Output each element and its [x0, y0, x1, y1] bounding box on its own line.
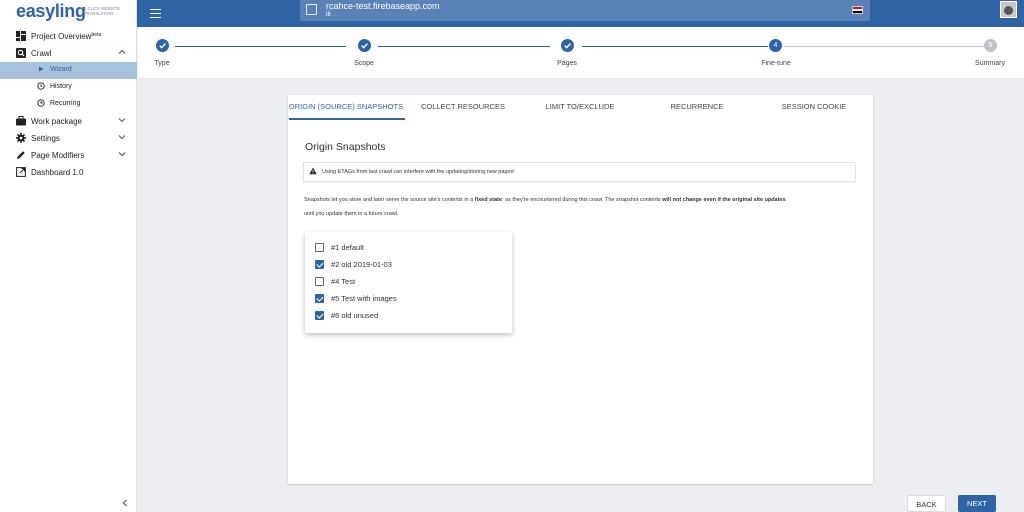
- chevron-down-icon: [118, 150, 126, 160]
- step-check-icon[interactable]: [358, 39, 371, 52]
- warning-icon: [309, 167, 317, 177]
- step-check-icon[interactable]: [561, 39, 574, 52]
- tab-limit-exclude[interactable]: LIMIT TO/EXCLUDE: [546, 102, 615, 111]
- snapshot-option[interactable]: #1 default: [305, 239, 512, 256]
- tab-origin-snapshots[interactable]: ORIGIN (SOURCE) SNAPSHOTS: [289, 102, 403, 111]
- step-connector: [784, 46, 984, 47]
- history-icon: [36, 82, 46, 92]
- snapshot-option[interactable]: #2 old 2019-01-03: [305, 256, 512, 273]
- step-number[interactable]: 4: [769, 39, 782, 52]
- beta-badge: beta: [91, 32, 102, 38]
- tab-recurrence[interactable]: RECURRENCE: [671, 102, 724, 111]
- external-link-icon: [16, 167, 26, 177]
- sidebar: Project Overviewbeta Crawl Wizard Histor…: [0, 27, 137, 512]
- step-label-fine-tune: Fine-tune: [761, 60, 791, 67]
- site-checkbox[interactable]: [306, 4, 317, 15]
- step-connector: [378, 46, 550, 47]
- language-flag-icon[interactable]: [852, 6, 863, 14]
- step-label-scope: Scope: [354, 60, 374, 67]
- sidebar-item-label: Work package: [31, 117, 82, 126]
- sidebar-item-crawl[interactable]: Crawl: [0, 45, 137, 62]
- snapshot-checkbox[interactable]: [315, 243, 324, 252]
- chevron-down-icon: [118, 116, 126, 126]
- sidebar-item-label: Project Overview: [31, 32, 92, 41]
- gear-icon: [16, 133, 26, 143]
- play-icon: [36, 65, 46, 75]
- snapshot-label: #4 Test: [331, 277, 356, 286]
- active-tab-indicator: [289, 118, 405, 120]
- tab-collect-resources[interactable]: COLLECT RESOURCES: [421, 102, 505, 111]
- snapshot-checkbox[interactable]: [315, 294, 324, 303]
- etag-warning: Using ETAGs from last crawl can interfer…: [303, 162, 856, 182]
- logo-text: easyling: [16, 1, 86, 21]
- step-label-summary: Summary: [975, 60, 1005, 67]
- chevron-up-icon: [118, 48, 126, 58]
- sidebar-item-history[interactable]: History: [0, 79, 137, 96]
- snapshot-checkbox[interactable]: [315, 260, 324, 269]
- clock-icon: [36, 99, 46, 109]
- crawl-icon: [16, 48, 26, 58]
- sidebar-item-dashboard[interactable]: Dashboard 1.0: [0, 164, 137, 181]
- sidebar-item-label: Dashboard 1.0: [31, 168, 84, 177]
- sidebar-item-label: Settings: [31, 134, 60, 143]
- chevron-down-icon: [118, 133, 126, 143]
- snapshot-option[interactable]: #4 Test: [305, 273, 512, 290]
- sidebar-item-work-package[interactable]: Work package: [0, 113, 137, 130]
- snapshot-label: #6 old unused: [331, 311, 379, 320]
- logo-tagline: 1-CLICK WEBSITE TRANSLATION: [84, 6, 121, 16]
- logo[interactable]: easyling 1-CLICK WEBSITE TRANSLATION: [0, 0, 137, 27]
- step-check-icon[interactable]: [156, 39, 169, 52]
- warning-text: Using ETAGs from last crawl can interfer…: [322, 169, 515, 175]
- snapshot-label: #5 Test with images: [331, 294, 397, 303]
- site-url-sub: iii: [326, 11, 331, 18]
- avatar[interactable]: [1000, 1, 1017, 18]
- next-button[interactable]: NEXT: [958, 495, 996, 512]
- snapshot-label: #2 old 2019-01-03: [331, 260, 392, 269]
- tab-session-cookie[interactable]: SESSION COOKIE: [782, 102, 847, 111]
- step-connector: [175, 46, 346, 47]
- snapshot-dropdown: #1 default #2 old 2019-01-03 #4 Test #5 …: [305, 232, 512, 333]
- sidebar-item-wizard[interactable]: Wizard: [0, 62, 137, 79]
- step-label-pages: Pages: [557, 60, 577, 67]
- step-label-type: Type: [154, 60, 170, 67]
- section-title: Origin Snapshots: [305, 141, 386, 153]
- wizard-stepper: 4 5 Type Scope Pages Fine-tune Summary: [138, 27, 1024, 79]
- site-url: rcahce-test.firebaseapp.com: [326, 1, 440, 11]
- sidebar-item-label: History: [50, 83, 72, 90]
- top-bar: rcahce-test.firebaseapp.com iii: [0, 0, 1024, 27]
- step-connector: [582, 46, 768, 47]
- site-selector[interactable]: rcahce-test.firebaseapp.com iii: [300, 0, 870, 21]
- snapshot-option[interactable]: #6 old unused: [305, 307, 512, 324]
- sidebar-item-label: Recurring: [50, 100, 81, 107]
- snapshot-label: #1 default: [331, 243, 364, 252]
- back-button[interactable]: BACK: [907, 495, 946, 512]
- snapshot-checkbox[interactable]: [315, 277, 324, 286]
- step-number[interactable]: 5: [984, 39, 997, 52]
- snapshot-description: Snapshots let you store and later serve …: [304, 197, 786, 217]
- project-overview-icon: [16, 31, 26, 41]
- menu-icon[interactable]: [150, 6, 162, 20]
- sidebar-item-label: Wizard: [50, 66, 72, 73]
- sidebar-item-recurring[interactable]: Recurring: [0, 96, 137, 113]
- collapse-sidebar-icon[interactable]: [121, 498, 129, 511]
- snapshot-checkbox[interactable]: [315, 311, 324, 320]
- briefcase-icon: [16, 116, 26, 126]
- sidebar-item-project-overview[interactable]: Project Overviewbeta: [0, 28, 137, 45]
- pencil-icon: [16, 150, 26, 160]
- sidebar-item-label: Page Modifiers: [31, 151, 85, 160]
- sidebar-item-label: Crawl: [31, 49, 52, 58]
- sidebar-item-settings[interactable]: Settings: [0, 130, 137, 147]
- snapshot-option[interactable]: #5 Test with images: [305, 290, 512, 307]
- sidebar-item-page-modifiers[interactable]: Page Modifiers: [0, 147, 137, 164]
